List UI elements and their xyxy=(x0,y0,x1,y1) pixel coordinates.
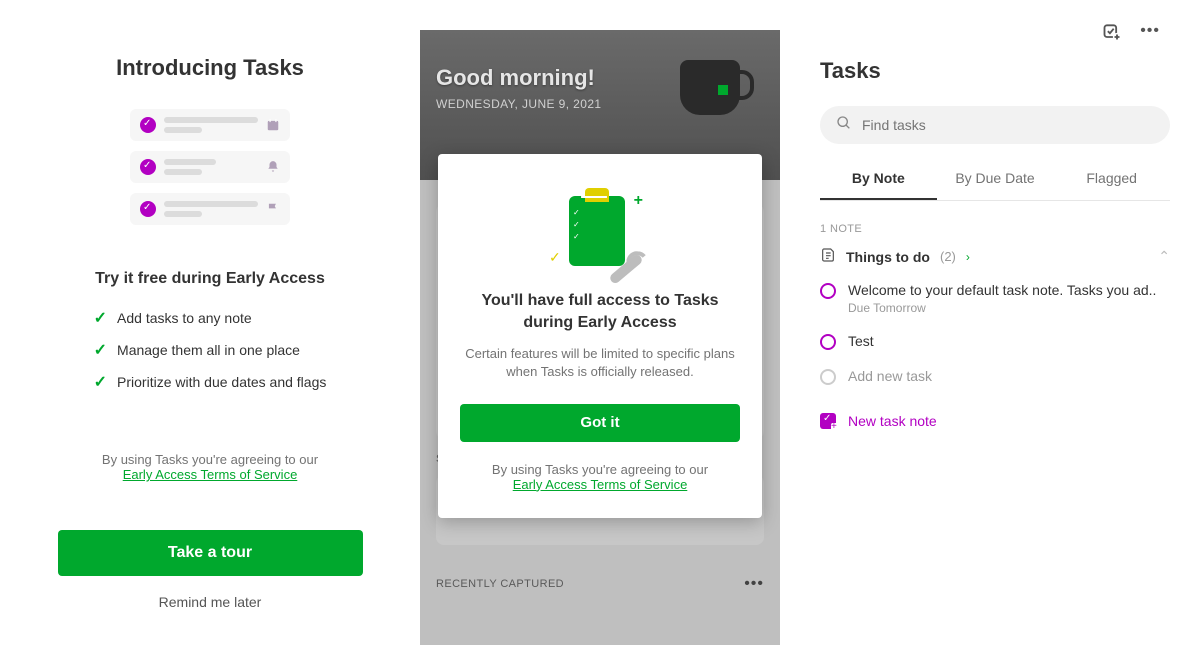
task-checkbox[interactable] xyxy=(820,334,836,350)
check-icon: ✓ xyxy=(94,372,107,392)
recent-label: RECENTLY CAPTURED xyxy=(436,578,564,590)
task-checkbox[interactable] xyxy=(820,283,836,299)
flag-icon xyxy=(266,202,280,216)
chevron-right-icon: › xyxy=(966,250,970,264)
tab-flagged[interactable]: Flagged xyxy=(1053,170,1170,200)
modal-body: Certain features will be limited to spec… xyxy=(460,345,740,381)
intro-panel: Introducing Tasks xyxy=(0,0,420,670)
check-icon: ✓ xyxy=(94,308,107,328)
clipboard-icon: + ✓✓✓ ✓ xyxy=(555,184,645,274)
tasks-panel: ••• Tasks By Note By Due Date Flagged 1 … xyxy=(780,0,1200,670)
note-count-label: 1 NOTE xyxy=(820,223,1170,235)
add-task-icon[interactable] xyxy=(1102,22,1122,47)
remind-later-link[interactable]: Remind me later xyxy=(159,594,262,610)
modal-terms-text: By using Tasks you're agreeing to our Ea… xyxy=(492,462,708,492)
feature-bullet: ✓Prioritize with due dates and flags xyxy=(94,372,327,392)
chevron-up-icon[interactable]: ⌃ xyxy=(1158,248,1170,265)
more-icon[interactable]: ••• xyxy=(744,575,764,593)
early-access-modal: + ✓✓✓ ✓ You'll have full access to Tasks… xyxy=(438,154,762,518)
tasks-title: Tasks xyxy=(820,58,1170,84)
terms-text: By using Tasks you're agreeing to our Ea… xyxy=(102,452,318,482)
task-text: Test xyxy=(848,333,874,349)
tab-by-due-date[interactable]: By Due Date xyxy=(937,170,1054,200)
task-item[interactable]: Welcome to your default task note. Tasks… xyxy=(820,282,1170,315)
add-task-row[interactable]: Add new task xyxy=(820,368,1170,385)
task-view-tabs: By Note By Due Date Flagged xyxy=(820,170,1170,201)
feature-bullet: ✓Manage them all in one place xyxy=(94,340,327,360)
got-it-button[interactable]: Got it xyxy=(460,404,740,442)
intro-title: Introducing Tasks xyxy=(116,55,304,81)
feature-bullet: ✓Add tasks to any note xyxy=(94,308,327,328)
new-task-note-button[interactable]: + New task note xyxy=(820,413,1170,429)
task-checkbox-empty[interactable] xyxy=(820,369,836,385)
task-due: Due Tomorrow xyxy=(848,301,1156,315)
mug-image xyxy=(680,60,740,115)
tab-by-note[interactable]: By Note xyxy=(820,170,937,200)
terms-link[interactable]: Early Access Terms of Service xyxy=(123,467,298,482)
new-note-icon: + xyxy=(820,413,836,429)
more-icon[interactable]: ••• xyxy=(1140,22,1160,47)
bell-icon xyxy=(266,160,280,174)
take-tour-button[interactable]: Take a tour xyxy=(58,530,363,576)
search-icon xyxy=(836,115,852,136)
home-screen: Good morning! WEDNESDAY, JUNE 9, 2021 S … xyxy=(420,30,780,645)
modal-title: You'll have full access to Tasks during … xyxy=(460,290,740,333)
calendar-icon xyxy=(266,118,280,132)
task-item[interactable]: Test xyxy=(820,333,1170,350)
note-icon xyxy=(820,247,836,266)
check-icon: ✓ xyxy=(94,340,107,360)
task-text: Welcome to your default task note. Tasks… xyxy=(848,282,1156,298)
search-field[interactable] xyxy=(820,106,1170,144)
add-task-label: Add new task xyxy=(848,368,932,384)
intro-subtitle: Try it free during Early Access xyxy=(95,270,325,288)
note-group-header[interactable]: Things to do (2) › ⌃ xyxy=(820,247,1170,266)
search-input[interactable] xyxy=(862,117,1154,133)
intro-illustration xyxy=(130,109,290,235)
modal-terms-link[interactable]: Early Access Terms of Service xyxy=(513,477,688,492)
